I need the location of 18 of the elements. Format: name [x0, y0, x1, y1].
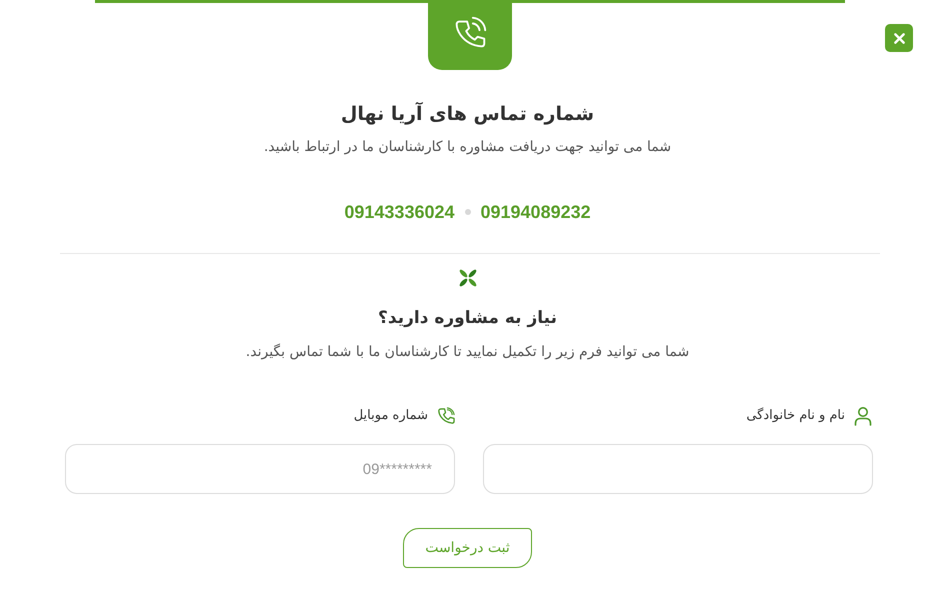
form-subtitle: شما می توانید فرم زیر را تکمیل نمایید تا کارشناسان ما با شما تماس بگیرند. — [246, 342, 690, 362]
phone-icon — [436, 406, 455, 426]
phone-number-link[interactable]: 09194089232 — [480, 200, 591, 224]
leaves-icon — [458, 268, 478, 288]
phone-number-link[interactable]: 09143336024 — [344, 200, 454, 224]
field-label: شماره موبایل — [354, 407, 428, 425]
close-button[interactable] — [885, 24, 913, 52]
separator-dot-icon — [464, 209, 470, 215]
mobile-input-field[interactable]: 09********* — [65, 444, 455, 494]
field-label: نام و نام خانوادگی — [746, 406, 845, 425]
submit-button[interactable]: ثبت درخواست — [403, 528, 532, 568]
form-title: نیاز به مشاوره دارید؟ — [378, 307, 557, 330]
name-input-field[interactable] — [483, 444, 873, 494]
close-icon — [894, 32, 904, 44]
person-icon — [853, 406, 873, 426]
phone-ringing-icon — [428, 3, 512, 70]
contact-title: شماره تماس های آریا نهال — [340, 101, 594, 127]
contact-subtitle: شما می توانید جهت دریافت مشاوره با کارشناسان ما در ارتباط باشید. — [264, 138, 672, 157]
